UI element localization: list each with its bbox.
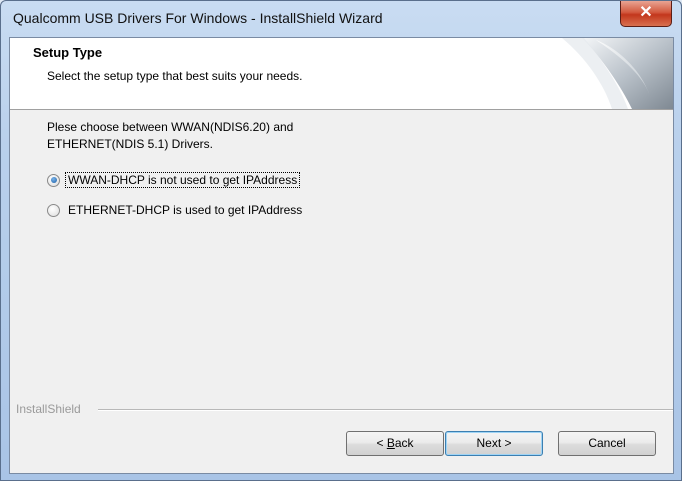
next-button[interactable]: Next > bbox=[445, 431, 543, 456]
installer-window: Qualcomm USB Drivers For Windows - Insta… bbox=[0, 0, 682, 481]
window-title: Qualcomm USB Drivers For Windows - Insta… bbox=[13, 10, 383, 26]
close-button[interactable]: ✕ bbox=[620, 1, 672, 27]
header-banner: Setup Type Select the setup type that be… bbox=[10, 38, 673, 110]
back-prefix: < bbox=[376, 436, 387, 450]
back-label-rest: ack bbox=[394, 436, 414, 450]
next-label: Next > bbox=[476, 436, 512, 450]
radio-ethernet[interactable] bbox=[47, 203, 60, 217]
option-wwan-label[interactable]: WWAN-DHCP is not used to get IPAddress bbox=[64, 172, 301, 188]
instructions-line-2: ETHERNET(NDIS 5.1) Drivers. bbox=[47, 137, 214, 151]
page-subtitle: Select the setup type that best suits yo… bbox=[47, 69, 303, 83]
instructions-text: Plese choose between WWAN(NDIS6.20) and … bbox=[47, 119, 293, 153]
radio-wwan[interactable] bbox=[47, 173, 60, 187]
cancel-label: Cancel bbox=[588, 436, 626, 450]
installshield-brand: InstallShield bbox=[16, 402, 87, 416]
option-wwan[interactable]: WWAN-DHCP is not used to get IPAddress bbox=[47, 171, 301, 189]
back-accelerator: B bbox=[386, 436, 395, 450]
page-curl-icon bbox=[562, 38, 673, 109]
close-icon: ✕ bbox=[639, 4, 653, 21]
divider-rule bbox=[98, 409, 673, 411]
back-button[interactable]: < Back bbox=[346, 431, 444, 456]
cancel-button[interactable]: Cancel bbox=[558, 431, 656, 456]
page-title: Setup Type bbox=[33, 45, 103, 60]
option-ethernet-label[interactable]: ETHERNET-DHCP is used to get IPAddress bbox=[66, 203, 304, 217]
wizard-client-area: Setup Type Select the setup type that be… bbox=[9, 37, 674, 474]
installshield-divider: InstallShield bbox=[16, 402, 674, 418]
option-ethernet[interactable]: ETHERNET-DHCP is used to get IPAddress bbox=[47, 201, 304, 219]
instructions-line-1: Plese choose between WWAN(NDIS6.20) and bbox=[47, 120, 294, 134]
title-bar[interactable]: Qualcomm USB Drivers For Windows - Insta… bbox=[1, 1, 681, 37]
